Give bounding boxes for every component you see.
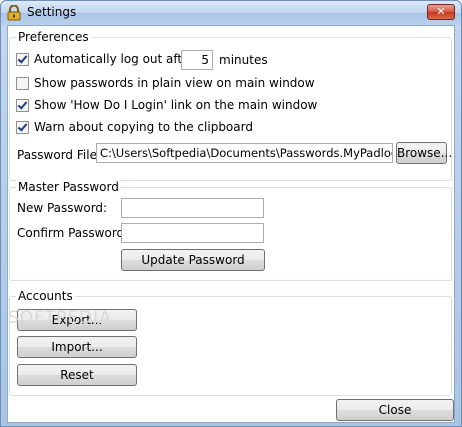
show-plain-row: Show passwords in plain view on main win… [16,76,315,90]
confirm-password-input[interactable] [121,223,264,243]
export-button[interactable]: Export... [17,309,137,331]
master-password-group: Master Password New Password: Confirm Pa… [9,180,452,281]
close-button[interactable]: Close [336,399,454,421]
auto-logout-checkbox[interactable] [16,52,29,66]
new-password-input[interactable] [121,198,264,218]
show-howto-label[interactable]: Show 'How Do I Login' link on the main w… [34,98,317,112]
show-howto-checkbox[interactable] [16,98,29,112]
settings-content: Preferences Automatically log out after:… [7,25,455,423]
accounts-group: Accounts Export... Import... Reset [9,289,452,396]
import-button[interactable]: Import... [17,336,137,358]
new-password-label: New Password: [17,201,108,215]
confirm-password-label: Confirm Password: [17,226,129,240]
auto-logout-label[interactable]: Automatically log out after: [34,52,198,66]
padlock-icon [7,5,21,21]
accounts-legend: Accounts [16,289,75,303]
update-password-button[interactable]: Update Password [121,249,265,271]
master-password-legend: Master Password [16,180,121,194]
show-plain-label[interactable]: Show passwords in plain view on main win… [34,76,315,90]
warn-clipboard-row: Warn about copying to the clipboard [16,120,253,134]
reset-button[interactable]: Reset [17,364,137,386]
auto-logout-row: Automatically log out after: [16,52,198,66]
warn-clipboard-label[interactable]: Warn about copying to the clipboard [34,120,253,134]
title-bar[interactable]: Settings ✕ [1,1,461,25]
show-howto-row: Show 'How Do I Login' link on the main w… [16,98,317,112]
preferences-legend: Preferences [16,30,91,44]
password-file-input[interactable]: C:\Users\Softpedia\Documents\Passwords.M… [96,143,393,163]
show-plain-checkbox[interactable] [16,76,29,90]
close-icon: ✕ [436,5,446,18]
window-title: Settings [27,5,77,19]
browse-button[interactable]: Browse... [396,142,452,164]
preferences-group: Preferences Automatically log out after:… [9,30,452,181]
settings-window: Settings ✕ Preferences Automatically log… [0,0,462,427]
auto-logout-unit: minutes [219,53,268,67]
window-close-button[interactable]: ✕ [427,4,455,20]
password-file-label: Password File: [17,148,101,162]
warn-clipboard-checkbox[interactable] [16,120,29,134]
auto-logout-minutes-input[interactable]: 5 [181,50,213,70]
